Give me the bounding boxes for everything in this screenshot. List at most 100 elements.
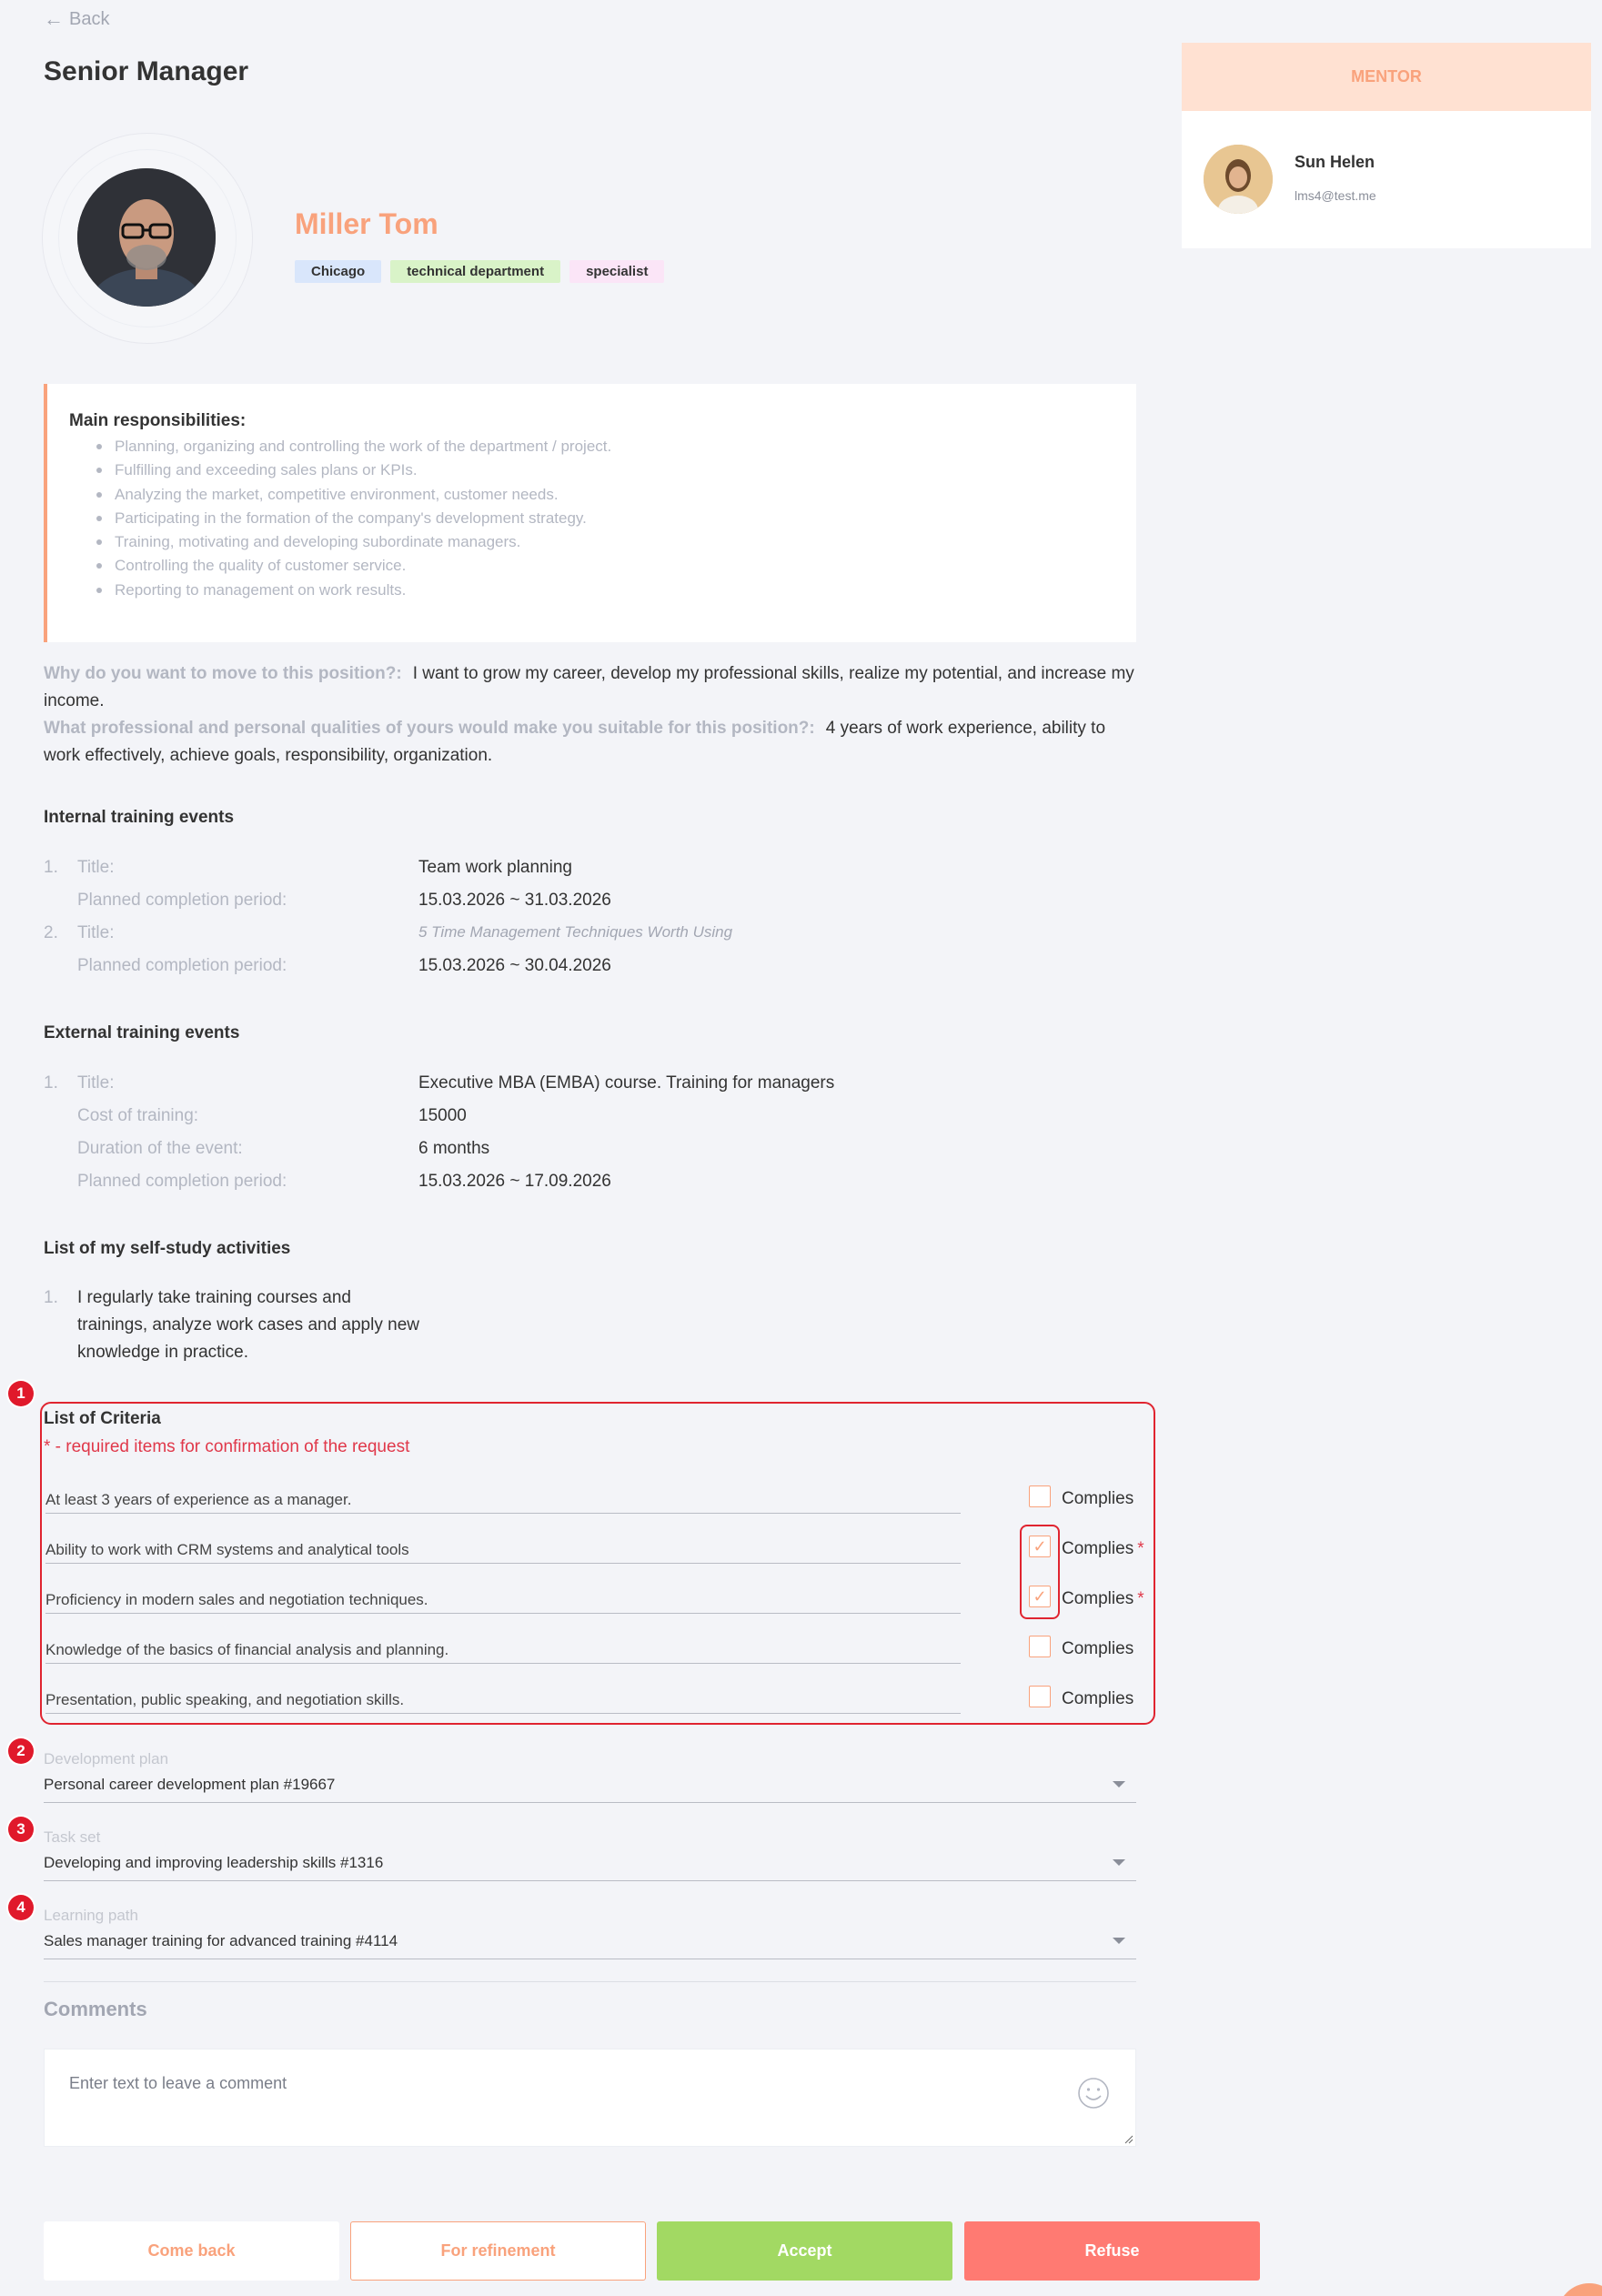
mentor-name: Sun Helen — [1295, 153, 1375, 171]
row-number — [44, 956, 77, 976]
qa-question: Why do you want to move to this position… — [44, 664, 402, 683]
responsibilities-title: Main responsibilities: — [69, 411, 247, 430]
row-value: 15000 — [418, 1106, 467, 1125]
row-value: 15.03.2026 ~ 17.09.2026 — [418, 1172, 611, 1191]
row-value-link[interactable]: 5 Time Management Techniques Worth Using — [418, 923, 732, 943]
row-label: Duration of the event: — [77, 1139, 243, 1158]
tag-location: Chicago — [295, 260, 382, 283]
annotation-marker-1: 1 — [8, 1381, 34, 1406]
required-mark: * — [1137, 1539, 1144, 1558]
external-training-title: External training events — [44, 1023, 240, 1042]
complies-text: Complies — [1062, 1689, 1133, 1709]
complies-checkbox[interactable] — [1029, 1636, 1051, 1657]
list-item: Fulfilling and exceeding sales plans or … — [96, 458, 1136, 482]
criteria-hint: * - required items for confirmation of t… — [44, 1437, 410, 1456]
learning-path-label: Learning path — [44, 1907, 138, 1924]
responsibilities-list: Planning, organizing and controlling the… — [69, 435, 1136, 602]
refuse-button[interactable]: Refuse — [964, 2221, 1260, 2281]
self-study-title: List of my self-study activities — [44, 1239, 291, 1258]
back-label: Back — [69, 8, 110, 29]
mentor-email: lms4@test.me — [1295, 188, 1376, 203]
row-number — [44, 1139, 77, 1159]
mentor-card: MENTOR Sun Helen lms4@test.me — [1182, 43, 1591, 248]
avatar — [77, 168, 216, 307]
list-item: Training, motivating and developing subo… — [96, 530, 1136, 554]
complies-text: Complies — [1062, 1489, 1133, 1509]
row-value: 6 months — [418, 1139, 490, 1158]
table-row: Planned completion period: 15.03.2026 ~ … — [44, 891, 611, 911]
row-label: Cost of training: — [77, 1106, 199, 1125]
mentor-avatar — [1204, 145, 1273, 214]
row-number — [44, 1172, 77, 1192]
required-mark: * — [1137, 1589, 1144, 1608]
criteria-label: Proficiency in modern sales and negotiat… — [45, 1591, 961, 1614]
chevron-down-icon — [1113, 1859, 1125, 1866]
complies-label: Complies — [1062, 1539, 1134, 1558]
row-value: 15.03.2026 ~ 30.04.2026 — [418, 956, 611, 975]
tag-role: specialist — [569, 260, 665, 283]
complies-checkbox[interactable] — [1029, 1686, 1051, 1707]
comment-box — [44, 2049, 1136, 2147]
tag-department: technical department — [390, 260, 561, 283]
qa-qualities: What professional and personal qualities… — [44, 715, 1135, 770]
list-item: Controlling the quality of customer serv… — [96, 554, 1136, 578]
task-set-value: Developing and improving leadership skil… — [44, 1854, 384, 1871]
criteria-label: Knowledge of the basics of financial ana… — [45, 1641, 961, 1664]
complies-label: Complies — [1062, 1589, 1134, 1608]
row-label: Planned completion period: — [77, 956, 287, 975]
comment-input[interactable] — [45, 2049, 1135, 2146]
development-plan-value: Personal career development plan #19667 — [44, 1776, 336, 1793]
comments-title: Comments — [44, 1998, 147, 2020]
task-set-label: Task set — [44, 1828, 101, 1846]
table-row: Cost of training: 15000 — [44, 1106, 467, 1126]
arrow-left-icon: ← — [44, 7, 64, 30]
development-plan-select[interactable]: Personal career development plan #19667 — [44, 1770, 1136, 1803]
row-label: Title: — [77, 858, 115, 877]
table-row: 1. Title: Executive MBA (EMBA) course. T… — [44, 1073, 834, 1093]
row-label: Title: — [77, 1073, 115, 1093]
checkbox-highlight-box — [1020, 1525, 1060, 1619]
annotation-marker-3: 3 — [8, 1817, 34, 1842]
emoji-icon[interactable] — [1077, 2077, 1110, 2110]
criteria-label: Ability to work with CRM systems and ana… — [45, 1541, 961, 1564]
qa-motivation: Why do you want to move to this position… — [44, 660, 1135, 715]
complies-label: Complies — [1062, 1639, 1134, 1658]
table-row: 1. Title: Team work planning — [44, 858, 572, 878]
complies-text: Complies * — [1062, 1589, 1144, 1609]
chat-widget-button[interactable] — [1557, 2283, 1602, 2296]
row-number — [44, 891, 77, 911]
table-row: 2. Title: 5 Time Management Techniques W… — [44, 923, 732, 943]
task-set-select[interactable]: Developing and improving leadership skil… — [44, 1848, 1136, 1881]
criteria-row: Ability to work with CRM systems and ana… — [44, 1534, 1146, 1570]
chevron-down-icon — [1113, 1938, 1125, 1944]
row-number — [44, 1106, 77, 1126]
accept-button[interactable]: Accept — [657, 2221, 952, 2281]
self-study-text: I regularly take training courses and tr… — [77, 1288, 419, 1362]
page-title: Senior Manager — [44, 56, 249, 86]
chevron-down-icon — [1113, 1781, 1125, 1787]
back-link[interactable]: ← Back — [44, 7, 109, 31]
list-item: Analyzing the market, competitive enviro… — [96, 483, 1136, 507]
row-number: 1. — [44, 858, 58, 877]
row-number: 2. — [44, 923, 58, 942]
row-number: 1. — [44, 1073, 58, 1093]
come-back-button[interactable]: Come back — [44, 2221, 339, 2281]
complies-label: Complies — [1062, 1489, 1134, 1508]
qa-question: What professional and personal qualities… — [44, 719, 815, 738]
criteria-row: At least 3 years of experience as a mana… — [44, 1484, 1146, 1520]
row-label: Planned completion period: — [77, 891, 287, 910]
list-item: Planning, organizing and controlling the… — [96, 435, 1136, 458]
profile-tags: Chicago technical department specialist — [295, 260, 665, 283]
table-row: Planned completion period: 15.03.2026 ~ … — [44, 1172, 611, 1192]
criteria-row: Knowledge of the basics of financial ana… — [44, 1634, 1146, 1670]
criteria-label: Presentation, public speaking, and negot… — [45, 1691, 961, 1714]
development-plan-label: Development plan — [44, 1750, 169, 1767]
complies-checkbox[interactable] — [1029, 1485, 1051, 1507]
row-label: Title: — [77, 923, 115, 942]
learning-path-select[interactable]: Sales manager training for advanced trai… — [44, 1927, 1136, 1959]
for-refinement-button[interactable]: For refinement — [350, 2221, 646, 2281]
criteria-title: List of Criteria — [44, 1409, 161, 1428]
list-item: Reporting to management on work results. — [96, 579, 1136, 602]
resize-handle-icon[interactable] — [1124, 2135, 1133, 2144]
row-value: Team work planning — [418, 858, 572, 877]
